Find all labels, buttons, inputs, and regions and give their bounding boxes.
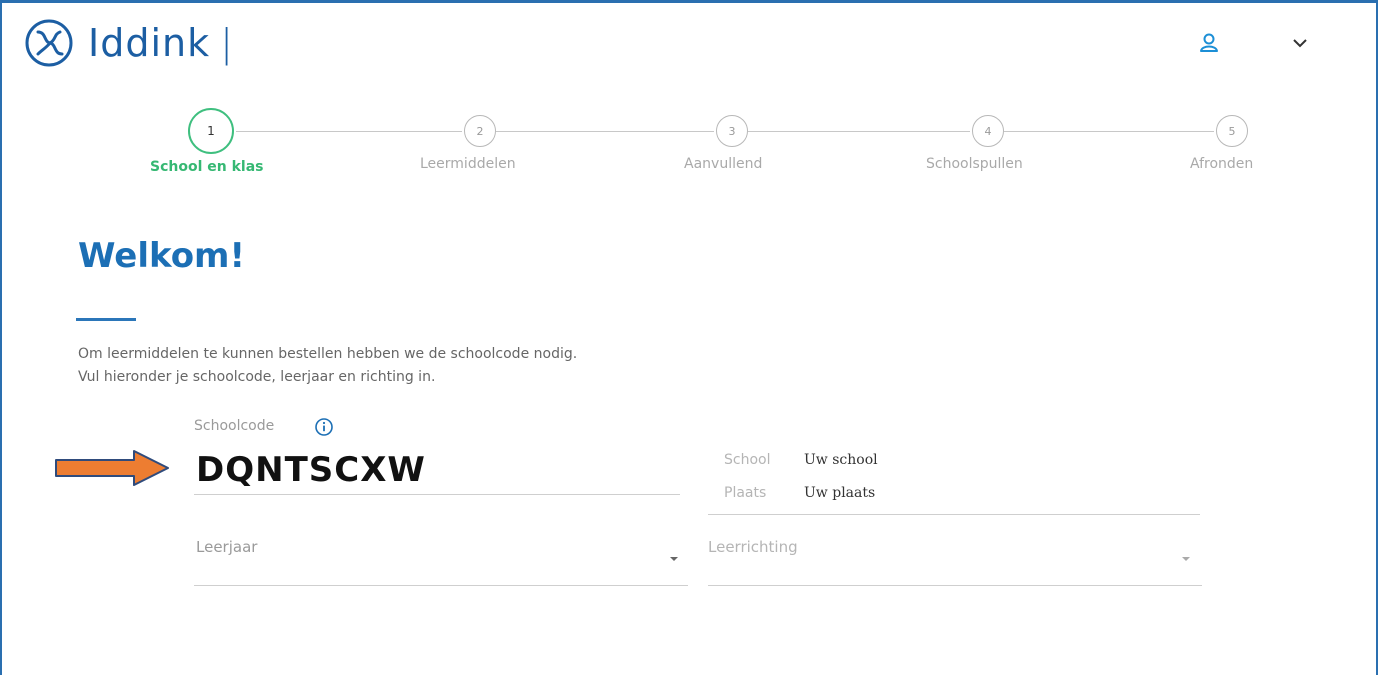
step-2-circle[interactable]: 2 bbox=[464, 115, 496, 147]
step-4-label[interactable]: Schoolspullen bbox=[926, 156, 1023, 172]
iddink-logo-icon bbox=[25, 19, 73, 67]
step-connector bbox=[496, 131, 714, 132]
school-value: Uw school bbox=[804, 452, 878, 468]
leerjaar-underline bbox=[194, 585, 688, 586]
step-1-label[interactable]: School en klas bbox=[150, 159, 263, 175]
step-connector bbox=[1004, 131, 1214, 132]
step-5-circle[interactable]: 5 bbox=[1216, 115, 1248, 147]
step-connector bbox=[748, 131, 970, 132]
leerjaar-dropdown-caret[interactable] bbox=[670, 557, 678, 561]
user-icon[interactable] bbox=[1198, 32, 1220, 54]
brand-separator: | bbox=[220, 21, 233, 65]
step-connector bbox=[236, 131, 462, 132]
schoolcode-underline bbox=[194, 494, 680, 495]
step-3-label[interactable]: Aanvullend bbox=[684, 156, 762, 172]
intro-text-line-2: Vul hieronder je schoolcode, leerjaar en… bbox=[78, 369, 436, 385]
leerrichting-dropdown-caret[interactable] bbox=[1182, 557, 1190, 561]
step-3-circle[interactable]: 3 bbox=[716, 115, 748, 147]
step-4-circle[interactable]: 4 bbox=[972, 115, 1004, 147]
browser-frame bbox=[0, 0, 1378, 675]
schoolcode-input[interactable]: DQNTSCXW bbox=[196, 450, 426, 490]
intro-text-line-1: Om leermiddelen te kunnen bestellen hebb… bbox=[78, 346, 578, 362]
plaats-value: Uw plaats bbox=[804, 485, 876, 501]
info-icon[interactable] bbox=[314, 417, 334, 437]
step-2-label[interactable]: Leermiddelen bbox=[420, 156, 516, 172]
schoolcode-label: Schoolcode bbox=[194, 418, 275, 434]
leerrichting-underline bbox=[708, 585, 1202, 586]
plaats-key: Plaats bbox=[724, 485, 767, 501]
brand-name: Iddink bbox=[88, 21, 211, 65]
step-5-label[interactable]: Afronden bbox=[1190, 156, 1253, 172]
step-1-circle[interactable]: 1 bbox=[188, 108, 234, 154]
leerrichting-select[interactable]: Leerrichting bbox=[708, 538, 798, 556]
leerjaar-select[interactable]: Leerjaar bbox=[196, 538, 257, 556]
brand-logo[interactable]: Iddink | bbox=[20, 18, 233, 68]
page-title: Welkom! bbox=[78, 236, 245, 276]
title-divider bbox=[76, 318, 136, 321]
school-key: School bbox=[724, 452, 771, 468]
arrow-pointer-icon bbox=[55, 450, 169, 486]
chevron-down-icon[interactable] bbox=[1292, 38, 1308, 48]
school-info-underline bbox=[708, 514, 1200, 515]
